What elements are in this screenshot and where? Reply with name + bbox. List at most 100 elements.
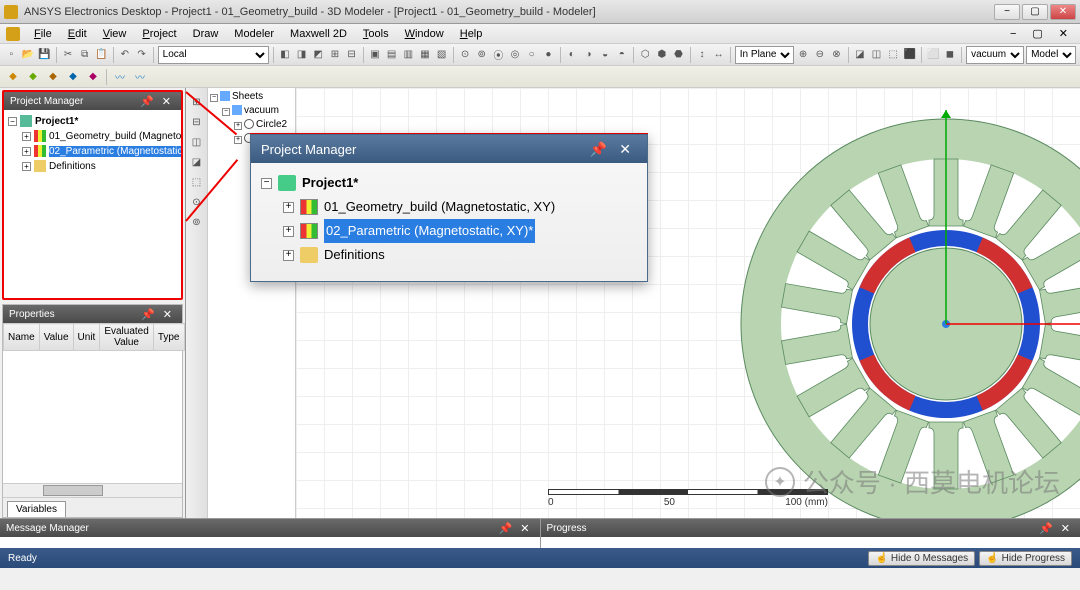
tb-icon[interactable]: ▦ [418,46,433,64]
expand-icon[interactable]: − [210,94,218,102]
close-panel-icon[interactable]: ✕ [159,308,176,321]
new-icon[interactable]: ▫ [4,46,19,64]
tb-icon[interactable]: ⊙ [458,46,473,64]
design-node-1[interactable]: 01_Geometry_build (Magnetostatic, XY) [49,131,183,142]
tb2-icon[interactable]: 〰 [111,68,129,86]
project-root-large[interactable]: Project1* [302,171,358,195]
expand-icon[interactable]: + [234,122,242,130]
cut-icon[interactable]: ✂ [61,46,76,64]
pin-icon[interactable]: 📌 [495,522,517,535]
tb-icon[interactable]: ⬡ [638,46,653,64]
tb-icon[interactable]: ◼ [943,46,958,64]
menu-edit[interactable]: Edit [62,26,93,42]
tb2-icon[interactable]: ◆ [84,68,102,86]
menu-view[interactable]: View [97,26,133,42]
save-icon[interactable]: 💾 [37,46,52,64]
minimize-button[interactable]: − [994,4,1020,20]
menu-project[interactable]: Project [136,26,182,42]
menu-tools[interactable]: Tools [357,26,395,42]
tb-icon[interactable]: ⊞ [328,46,343,64]
design2-large[interactable]: 02_Parametric (Magnetostatic, XY)* [324,219,535,243]
expand-icon[interactable]: − [261,178,272,189]
close-panel-icon[interactable]: ✕ [516,522,533,535]
tb-icon[interactable]: ⊚ [474,46,489,64]
mdi-minimize-button[interactable]: − [1004,26,1022,42]
tb-icon[interactable]: ▥ [401,46,416,64]
tb-icon[interactable]: ▣ [368,46,383,64]
tb-icon[interactable]: ◫ [869,46,884,64]
model-select[interactable]: Model [1026,46,1076,64]
tb-icon[interactable]: ▧ [434,46,449,64]
vtb-icon[interactable]: ⬚ [189,174,205,190]
definitions-large[interactable]: Definitions [324,243,385,267]
tb2-icon[interactable]: 〰 [131,68,149,86]
close-panel-icon[interactable]: ✕ [1057,522,1074,535]
col-value[interactable]: Value [39,324,73,351]
menu-file[interactable]: FFileile [28,26,58,42]
tb-icon[interactable]: ⊟ [344,46,359,64]
tb-icon[interactable]: ● [541,46,556,64]
close-button[interactable]: ✕ [1050,4,1076,20]
tb2-icon[interactable]: ◆ [44,68,62,86]
tb-icon[interactable]: ⬢ [655,46,670,64]
copy-icon[interactable]: ⧉ [77,46,92,64]
col-name[interactable]: Name [4,324,40,351]
expand-icon[interactable]: + [234,136,242,144]
circle2-node[interactable]: Circle2 [256,119,287,130]
expand-icon[interactable]: − [8,117,17,126]
solver-select[interactable]: Local [158,46,269,64]
redo-icon[interactable]: ↷ [134,46,149,64]
tb-icon[interactable]: ◧ [278,46,293,64]
pin-icon[interactable]: 📌 [1035,522,1057,535]
tb-icon[interactable]: ↔ [711,46,726,64]
tb-icon[interactable]: ▤ [384,46,399,64]
scrollbar-thumb[interactable] [43,485,103,496]
design-node-2[interactable]: 02_Parametric (Magnetostatic, XY)* [49,146,183,157]
tb-icon[interactable]: ⊕ [796,46,811,64]
expand-icon[interactable]: + [283,202,294,213]
menu-modeler[interactable]: Modeler [228,26,280,42]
sheets-node[interactable]: Sheets [232,91,263,102]
horizontal-scrollbar[interactable] [3,483,182,497]
expand-icon[interactable]: + [22,147,31,156]
pin-icon[interactable]: 📌 [136,95,158,108]
menu-window[interactable]: Window [399,26,450,42]
tb-icon[interactable]: ↕ [695,46,710,64]
open-icon[interactable]: 📂 [21,46,36,64]
tb-icon[interactable]: ⬚ [886,46,901,64]
menu-draw[interactable]: Draw [187,26,225,42]
tb-icon[interactable]: ○ [524,46,539,64]
col-eval[interactable]: Evaluated Value [100,324,153,351]
mdi-close-button[interactable]: ✕ [1053,25,1074,42]
definitions-node[interactable]: Definitions [49,161,96,172]
undo-icon[interactable]: ↶ [118,46,133,64]
tb2-icon[interactable]: ◆ [64,68,82,86]
close-panel-icon[interactable]: ✕ [158,95,175,108]
hide-messages-button[interactable]: ☝ Hide 0 Messages [868,551,975,566]
expand-icon[interactable]: + [283,250,294,261]
material-select[interactable]: vacuum [966,46,1024,64]
vacuum-node[interactable]: vacuum [244,105,279,116]
vtb-icon[interactable]: ◫ [189,134,205,150]
hide-progress-button[interactable]: ☝ Hide Progress [979,551,1072,566]
tb-icon[interactable]: ⊖ [812,46,827,64]
design1-large[interactable]: 01_Geometry_build (Magnetostatic, XY) [324,195,555,219]
tb-icon[interactable]: ◩ [311,46,326,64]
tb-icon[interactable]: ⊗ [829,46,844,64]
tb2-icon[interactable]: ◆ [24,68,42,86]
project-root[interactable]: Project1* [35,116,78,127]
expand-icon[interactable]: + [22,162,31,171]
tb-icon[interactable]: ⬣ [671,46,686,64]
tb-icon[interactable]: ⬜ [926,46,941,64]
expand-icon[interactable]: + [22,132,31,141]
paste-icon[interactable]: 📋 [94,46,109,64]
project-tree[interactable]: − Project1* +01_Geometry_build (Magnetost… [4,110,181,178]
tb-icon[interactable]: ◑ [581,46,596,64]
tab-variables[interactable]: Variables [7,501,66,517]
close-icon[interactable]: ✕ [613,141,637,158]
pin-icon[interactable]: 📌 [137,308,159,321]
tb-icon[interactable]: ⦿ [491,46,506,64]
expand-icon[interactable]: − [222,108,230,116]
tb-icon[interactable]: ◒ [598,46,613,64]
tb2-icon[interactable]: ◆ [4,68,22,86]
